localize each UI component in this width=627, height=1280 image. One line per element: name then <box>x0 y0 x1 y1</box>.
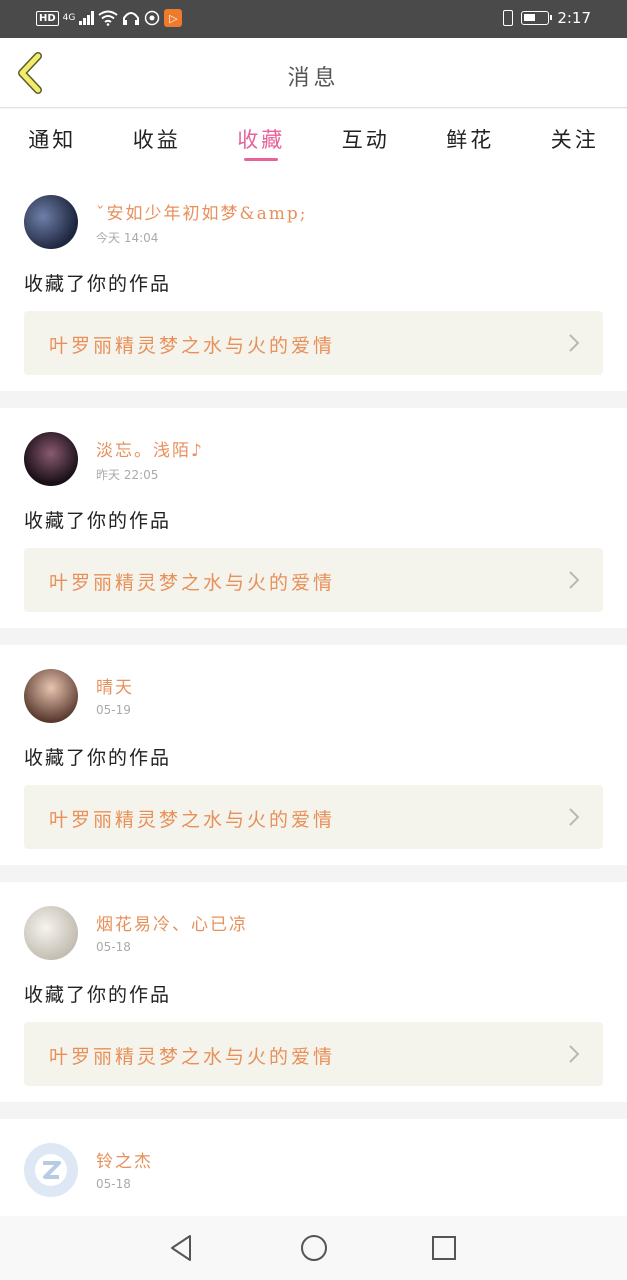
nav-back-icon[interactable] <box>166 1232 198 1264</box>
chevron-right-icon <box>569 1045 580 1063</box>
avatar[interactable] <box>24 1143 78 1197</box>
tab-follows[interactable]: 关注 <box>523 109 627 171</box>
message-card: 晴天 05-19 收藏了你的作品 叶罗丽精灵梦之水与火的爱情 <box>0 645 627 865</box>
page-title: 消息 <box>287 66 340 91</box>
tab-bar: 通知 收益 收藏 互动 鲜花 关注 <box>0 109 627 171</box>
message-card: 烟花易冷、心已凉 05-18 收藏了你的作品 叶罗丽精灵梦之水与火的爱情 <box>0 882 627 1102</box>
message-time: 05-19 <box>96 703 131 717</box>
vibrate-icon <box>503 10 514 26</box>
headset-icon <box>123 12 140 25</box>
message-time: 05-18 <box>96 940 131 954</box>
avatar[interactable] <box>24 432 78 486</box>
tab-interactions[interactable]: 互动 <box>314 109 419 171</box>
work-title: 叶罗丽精灵梦之水与火的爱情 <box>49 1046 336 1068</box>
hd-badge: HD <box>36 10 59 26</box>
action-text: 收藏了你的作品 <box>24 273 172 295</box>
action-text: 收藏了你的作品 <box>24 984 172 1006</box>
tab-earnings[interactable]: 收益 <box>105 109 210 171</box>
work-title: 叶罗丽精灵梦之水与火的爱情 <box>49 572 336 594</box>
message-card: 铃之杰 05-18 <box>0 1119 627 1229</box>
battery-icon <box>521 11 553 25</box>
work-link[interactable]: 叶罗丽精灵梦之水与火的爱情 <box>24 311 603 375</box>
status-right: 2:17 <box>503 9 591 27</box>
header: 消息 <box>0 38 627 108</box>
work-link[interactable]: 叶罗丽精灵梦之水与火的爱情 <box>24 548 603 612</box>
tab-favorites[interactable]: 收藏 <box>209 109 314 171</box>
status-bar: HD 4G ▷ 2:17 <box>0 0 627 38</box>
chevron-right-icon <box>569 571 580 589</box>
nav-home-icon[interactable] <box>298 1232 330 1264</box>
work-title: 叶罗丽精灵梦之水与火的爱情 <box>49 809 336 831</box>
message-card: 淡忘。浅陌♪ 昨天 22:05 收藏了你的作品 叶罗丽精灵梦之水与火的爱情 <box>0 408 627 628</box>
avatar[interactable] <box>24 906 78 960</box>
user-name[interactable]: 烟花易冷、心已凉 <box>96 910 248 935</box>
default-avatar-icon <box>35 1154 67 1186</box>
message-time: 05-18 <box>96 1177 131 1191</box>
action-text: 收藏了你的作品 <box>24 747 172 769</box>
message-time: 昨天 22:05 <box>96 468 159 482</box>
app-icon: ▷ <box>164 9 183 27</box>
work-link[interactable]: 叶罗丽精灵梦之水与火的爱情 <box>24 1022 603 1086</box>
vpn-icon <box>145 10 160 26</box>
status-left: HD 4G ▷ <box>36 9 183 27</box>
user-name[interactable]: ˇ安如少年初如梦&amp; <box>96 199 308 224</box>
action-text: 收藏了你的作品 <box>24 510 172 532</box>
avatar[interactable] <box>24 195 78 249</box>
user-name[interactable]: 晴天 <box>96 673 134 698</box>
user-name[interactable]: 铃之杰 <box>96 1147 153 1172</box>
tab-notifications[interactable]: 通知 <box>0 109 105 171</box>
system-nav-bar <box>0 1216 627 1280</box>
user-name[interactable]: 淡忘。浅陌♪ <box>96 436 204 461</box>
message-card: ˇ安如少年初如梦&amp; 今天 14:04 收藏了你的作品 叶罗丽精灵梦之水与… <box>0 171 627 391</box>
wifi-icon <box>98 10 118 26</box>
clock: 2:17 <box>557 9 591 27</box>
message-time: 今天 14:04 <box>96 231 159 245</box>
work-link[interactable]: 叶罗丽精灵梦之水与火的爱情 <box>24 785 603 849</box>
tab-flowers[interactable]: 鲜花 <box>418 109 523 171</box>
signal-icon <box>79 11 95 25</box>
chevron-right-icon <box>569 808 580 826</box>
message-list: ˇ安如少年初如梦&amp; 今天 14:04 收藏了你的作品 叶罗丽精灵梦之水与… <box>0 171 627 1246</box>
work-title: 叶罗丽精灵梦之水与火的爱情 <box>49 335 336 357</box>
network-type: 4G <box>62 13 76 23</box>
avatar[interactable] <box>24 669 78 723</box>
nav-recents-icon[interactable] <box>428 1232 460 1264</box>
chevron-right-icon <box>569 334 580 352</box>
